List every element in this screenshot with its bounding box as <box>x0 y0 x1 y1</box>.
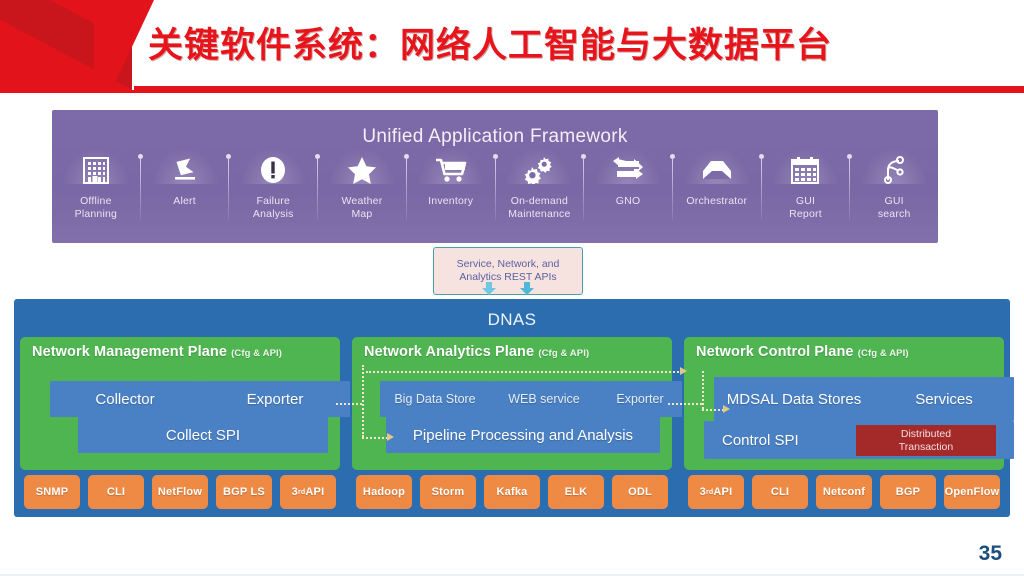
plane-title-suffix: (Cfg & API) <box>538 348 590 359</box>
tag-row-management: SNMP CLI NetFlow BGP LS 3rd API <box>20 475 340 509</box>
page-number: 35 <box>978 542 1002 565</box>
tag-hadoop[interactable]: Hadoop <box>356 475 412 509</box>
connector-analytics-exporter <box>668 403 702 405</box>
app-item-label: Offline Planning <box>74 195 118 220</box>
tag-snmp[interactable]: SNMP <box>24 475 80 509</box>
tag-openflow[interactable]: OpenFlow <box>944 475 1000 509</box>
node-graph-icon <box>872 150 916 190</box>
block-exporter[interactable]: Exporter <box>200 381 350 417</box>
tag-cli[interactable]: CLI <box>752 475 808 509</box>
block-services[interactable]: Services <box>874 377 1014 421</box>
app-item-failure-analysis[interactable]: Failure Analysis <box>229 148 317 240</box>
plane-title-suffix: (Cfg & API) <box>231 348 283 359</box>
tag-row-control: 3rd API CLI Netconf BGP OpenFlow <box>684 475 1004 509</box>
gears-icon <box>517 150 561 190</box>
title-band: 关键软件系统：网络人工智能与大数据平台 <box>0 0 1024 92</box>
plane-title-suffix: (Cfg & API) <box>857 348 909 359</box>
connector-into-mdsal <box>702 409 724 411</box>
tag-netflow[interactable]: NetFlow <box>152 475 208 509</box>
connector-into-pipeline <box>362 437 388 439</box>
app-item-label: Alert <box>173 195 196 207</box>
tag-storm[interactable]: Storm <box>420 475 476 509</box>
arrowhead-mdsal <box>723 405 730 413</box>
app-item-label: On-demand Maintenance <box>508 195 571 220</box>
app-item-orchestrator[interactable]: Orchestrator <box>673 148 761 240</box>
tag-kafka[interactable]: Kafka <box>484 475 540 509</box>
block-exporter[interactable]: Exporter <box>598 381 682 417</box>
tag-netconf[interactable]: Netconf <box>816 475 872 509</box>
connector-analytics-top <box>366 371 682 373</box>
app-item-label: Inventory <box>428 195 474 207</box>
plane-title: Network Control Plane (Cfg & API) <box>696 344 909 360</box>
tag-row-analytics: Hadoop Storm Kafka ELK ODL <box>352 475 672 509</box>
connector-control-vertical <box>702 371 704 409</box>
app-item-label: GUI search <box>877 195 911 220</box>
app-item-label: Orchestrator <box>686 195 748 207</box>
rest-api-arrows <box>434 282 582 296</box>
inbox-tray-icon <box>695 150 739 190</box>
star-icon <box>340 150 384 190</box>
app-item-on-demand-maintenance[interactable]: On-demand Maintenance <box>496 148 584 240</box>
arrowhead-analytics-top <box>680 367 687 375</box>
tag-elk[interactable]: ELK <box>548 475 604 509</box>
dnas-panel: DNAS Network Management Plane (Cfg & API… <box>14 299 1014 517</box>
plane-network-control: Network Control Plane (Cfg & API) MDSAL … <box>684 337 1014 517</box>
calendar-icon <box>783 150 827 190</box>
app-item-gui-search[interactable]: GUI search <box>850 148 938 240</box>
app-item-label: Failure Analysis <box>252 195 294 220</box>
page-title: 关键软件系统：网络人工智能与大数据平台 <box>148 26 833 65</box>
plane-network-analytics: Network Analytics Plane (Cfg & API) Big … <box>352 337 682 517</box>
app-item-offline-planning[interactable]: Offline Planning <box>52 148 140 240</box>
plane-title: Network Analytics Plane (Cfg & API) <box>364 344 590 360</box>
app-item-label: GUI Report <box>789 195 822 220</box>
block-web-service[interactable]: WEB service <box>490 381 598 417</box>
block-collect-spi[interactable]: Collect SPI <box>78 417 328 453</box>
app-item-label: Weather Map <box>341 195 383 220</box>
tag-odl[interactable]: ODL <box>612 475 668 509</box>
block-big-data-store[interactable]: Big Data Store <box>380 381 490 417</box>
dnas-title: DNAS <box>487 310 537 329</box>
app-item-gui-report[interactable]: GUI Report <box>762 148 850 240</box>
exclamation-circle-icon <box>251 150 295 190</box>
unified-framework-title: Unified Application Framework <box>362 126 628 147</box>
building-icon <box>74 150 118 190</box>
tag-3rd-api[interactable]: 3rd API <box>280 475 336 509</box>
block-mdsal-data-stores[interactable]: MDSAL Data Stores <box>714 377 874 421</box>
tag-bgp[interactable]: BGP <box>880 475 936 509</box>
down-arrow-icon <box>482 282 496 295</box>
app-item-inventory[interactable]: Inventory <box>407 148 495 240</box>
rest-api-box[interactable]: Service, Network, and Analytics REST APIs <box>433 247 583 295</box>
tag-cli[interactable]: CLI <box>88 475 144 509</box>
connector-mgmt-to-analytics <box>336 403 362 405</box>
plane-title: Network Management Plane (Cfg & API) <box>32 344 283 360</box>
tag-3rd-api[interactable]: 3rd API <box>688 475 744 509</box>
planes-row: Network Management Plane (Cfg & API) Col… <box>14 337 1014 517</box>
arrowhead-pipeline <box>387 433 394 441</box>
app-item-gno[interactable]: GNO <box>584 148 672 240</box>
block-pipeline-processing[interactable]: Pipeline Processing and Analysis <box>386 417 660 453</box>
app-item-alert[interactable]: Alert <box>141 148 229 240</box>
down-arrow-icon <box>520 282 534 295</box>
tag-bgp-ls[interactable]: BGP LS <box>216 475 272 509</box>
title-divider <box>0 90 1024 93</box>
block-collector[interactable]: Collector <box>50 381 200 417</box>
flag-icon <box>163 150 207 190</box>
plane-network-management: Network Management Plane (Cfg & API) Col… <box>20 337 350 517</box>
block-distributed-transaction[interactable]: Distributed Transaction <box>856 425 996 456</box>
shopping-cart-icon <box>429 150 473 190</box>
application-icon-row: Offline Planning Alert Failure Analysis <box>52 148 938 240</box>
connector-mgmt-vertical <box>362 365 364 437</box>
rest-api-label: Service, Network, and Analytics REST APIs <box>456 258 560 283</box>
sync-arrows-icon <box>606 150 650 190</box>
app-item-label: GNO <box>615 195 641 207</box>
app-item-weather-map[interactable]: Weather Map <box>318 148 406 240</box>
unified-application-framework-panel: Unified Application Framework Offline Pl… <box>52 110 938 243</box>
